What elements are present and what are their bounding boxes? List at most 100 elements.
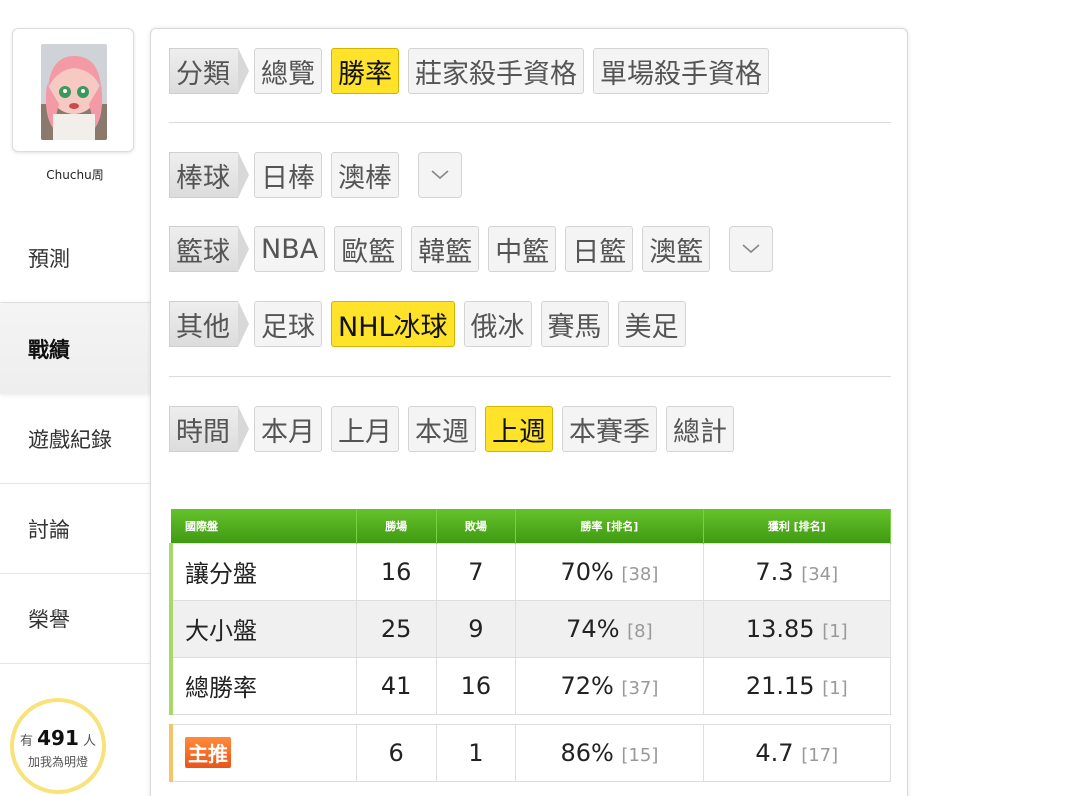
record-panel: 分類 總覽 勝率 莊家殺手資格 單場殺手資格 棒球 日棒 澳棒 籃球 NBA 歐…: [150, 28, 908, 796]
nav-item-game-log[interactable]: 遊戲紀錄: [0, 394, 150, 484]
row-profit: 7.3 [34]: [702, 542, 892, 601]
nav-item-honor[interactable]: 榮譽: [0, 574, 150, 664]
table-row: 讓分盤 16 7 70% [38] 7.3 [34]: [168, 542, 892, 601]
profit-value: 4.7: [755, 738, 794, 767]
fans-prefix: 有: [19, 734, 33, 749]
time-label: 時間: [169, 406, 249, 452]
row-losses: 16: [435, 656, 517, 715]
profit-value: 7.3: [755, 557, 794, 586]
chip-overview[interactable]: 總覽: [254, 48, 322, 94]
row-wins: 25: [355, 599, 437, 658]
chip-korea-basketball[interactable]: 韓籃: [411, 226, 480, 272]
rate-value: 74%: [566, 614, 620, 643]
chip-australia-basketball[interactable]: 澳籃: [642, 226, 711, 272]
nav-item-record[interactable]: 戰績: [0, 304, 160, 394]
chip-china-basketball[interactable]: 中籃: [488, 226, 557, 272]
basketball-more-button[interactable]: [729, 226, 774, 272]
row-win-rate: 74% [8]: [515, 599, 704, 658]
username[interactable]: Chuchu周: [0, 166, 150, 183]
nav-item-predict[interactable]: 預測: [0, 213, 150, 303]
basketball-label: 籃球: [169, 226, 249, 272]
chip-nhl[interactable]: NHL冰球: [331, 301, 455, 347]
rate-value: 86%: [560, 738, 614, 767]
chip-abl[interactable]: 澳棒: [331, 152, 399, 198]
chip-horse-racing[interactable]: 賽馬: [540, 301, 609, 347]
row-profit: 13.85 [1]: [702, 599, 892, 658]
chevron-down-icon: [431, 170, 449, 180]
rate-rank: [15]: [621, 744, 659, 766]
chip-euro-basketball[interactable]: 歐籃: [334, 226, 403, 272]
chip-soccer[interactable]: 足球: [254, 301, 322, 347]
baseball-label: 棒球: [169, 152, 249, 198]
profit-rank: [1]: [822, 620, 848, 642]
row-profit: 21.15 [1]: [702, 656, 892, 715]
chip-last-month[interactable]: 上月: [331, 406, 399, 452]
divider: [169, 376, 891, 377]
category-filter-row: 分類 總覽 勝率 莊家殺手資格 單場殺手資格: [169, 48, 778, 94]
chip-nba[interactable]: NBA: [254, 226, 326, 272]
fans-caption: 加我為明燈: [27, 755, 88, 769]
row-name: 主推: [168, 723, 357, 782]
row-wins: 41: [355, 656, 437, 715]
row-win-rate: 70% [38]: [515, 542, 704, 601]
table-header: 國際盤 勝場 敗場 勝率 [排名] 獲利 [排名]: [171, 509, 892, 543]
row-name: 大小盤: [168, 599, 357, 658]
row-profit: 4.7 [17]: [702, 723, 892, 782]
chip-this-month[interactable]: 本月: [254, 406, 322, 452]
avatar[interactable]: [41, 44, 107, 140]
table-spacer: [171, 714, 891, 724]
divider: [169, 122, 891, 123]
stats-table: 國際盤 勝場 敗場 勝率 [排名] 獲利 [排名] 讓分盤 16 7 70% […: [168, 509, 892, 782]
chip-banker-killer[interactable]: 莊家殺手資格: [408, 48, 584, 94]
header-win-rate: 勝率 [排名]: [515, 509, 704, 543]
sidebar: Chuchu周 預測 戰績 遊戲紀錄 討論 榮譽 有 491 人 加我為明燈: [0, 0, 160, 796]
chip-last-week[interactable]: 上週: [485, 406, 553, 452]
fans-badge[interactable]: 有 491 人 加我為明燈: [10, 698, 106, 794]
chip-total[interactable]: 總計: [666, 406, 734, 452]
rate-rank: [37]: [621, 677, 659, 699]
category-label: 分類: [169, 48, 249, 94]
chip-this-season[interactable]: 本賽季: [562, 406, 657, 452]
header-market: 國際盤: [171, 509, 357, 543]
basketball-filter-row: 籃球 NBA 歐籃 韓籃 中籃 日籃 澳籃: [169, 226, 774, 272]
chevron-down-icon: [742, 244, 760, 254]
other-label: 其他: [169, 301, 249, 347]
profit-value: 13.85: [745, 614, 815, 643]
chip-american-football[interactable]: 美足: [617, 301, 686, 347]
header-profit: 獲利 [排名]: [703, 509, 892, 543]
time-filter-row: 時間 本月 上月 本週 上週 本賽季 總計: [169, 406, 743, 452]
chip-this-week[interactable]: 本週: [408, 406, 476, 452]
row-losses: 9: [435, 599, 517, 658]
nav-item-discussion[interactable]: 討論: [0, 484, 150, 574]
baseball-more-button[interactable]: [418, 152, 462, 198]
chip-win-rate[interactable]: 勝率: [331, 48, 399, 94]
row-wins: 16: [355, 542, 437, 601]
avatar-card[interactable]: [12, 28, 134, 152]
rate-rank: [38]: [621, 563, 659, 585]
fans-suffix: 人: [83, 734, 97, 749]
profit-rank: [34]: [801, 563, 839, 585]
row-name: 讓分盤: [168, 542, 357, 601]
table-row: 總勝率 41 16 72% [37] 21.15 [1]: [168, 656, 892, 715]
row-losses: 1: [435, 723, 517, 782]
profit-rank: [1]: [822, 677, 848, 699]
chip-single-killer[interactable]: 單場殺手資格: [593, 48, 769, 94]
row-win-rate: 72% [37]: [515, 656, 704, 715]
table-row-main-pick: 主推 6 1 86% [15] 4.7 [17]: [168, 723, 892, 782]
main-pick-badge: 主推: [185, 737, 231, 768]
baseball-filter-row: 棒球 日棒 澳棒: [169, 152, 462, 198]
chip-khl[interactable]: 俄冰: [463, 301, 532, 347]
header-wins: 勝場: [356, 509, 437, 543]
rate-value: 70%: [560, 557, 614, 586]
fans-count: 491: [37, 726, 79, 750]
rate-value: 72%: [560, 671, 614, 700]
row-name: 總勝率: [168, 656, 357, 715]
chip-japan-basketball[interactable]: 日籃: [565, 226, 634, 272]
table-row: 大小盤 25 9 74% [8] 13.85 [1]: [168, 599, 892, 658]
header-losses: 敗場: [436, 509, 517, 543]
row-win-rate: 86% [15]: [515, 723, 704, 782]
chip-npb[interactable]: 日棒: [254, 152, 322, 198]
other-filter-row: 其他 足球 NHL冰球 俄冰 賽馬 美足: [169, 301, 695, 347]
rate-rank: [8]: [627, 620, 653, 642]
row-wins: 6: [355, 723, 437, 782]
